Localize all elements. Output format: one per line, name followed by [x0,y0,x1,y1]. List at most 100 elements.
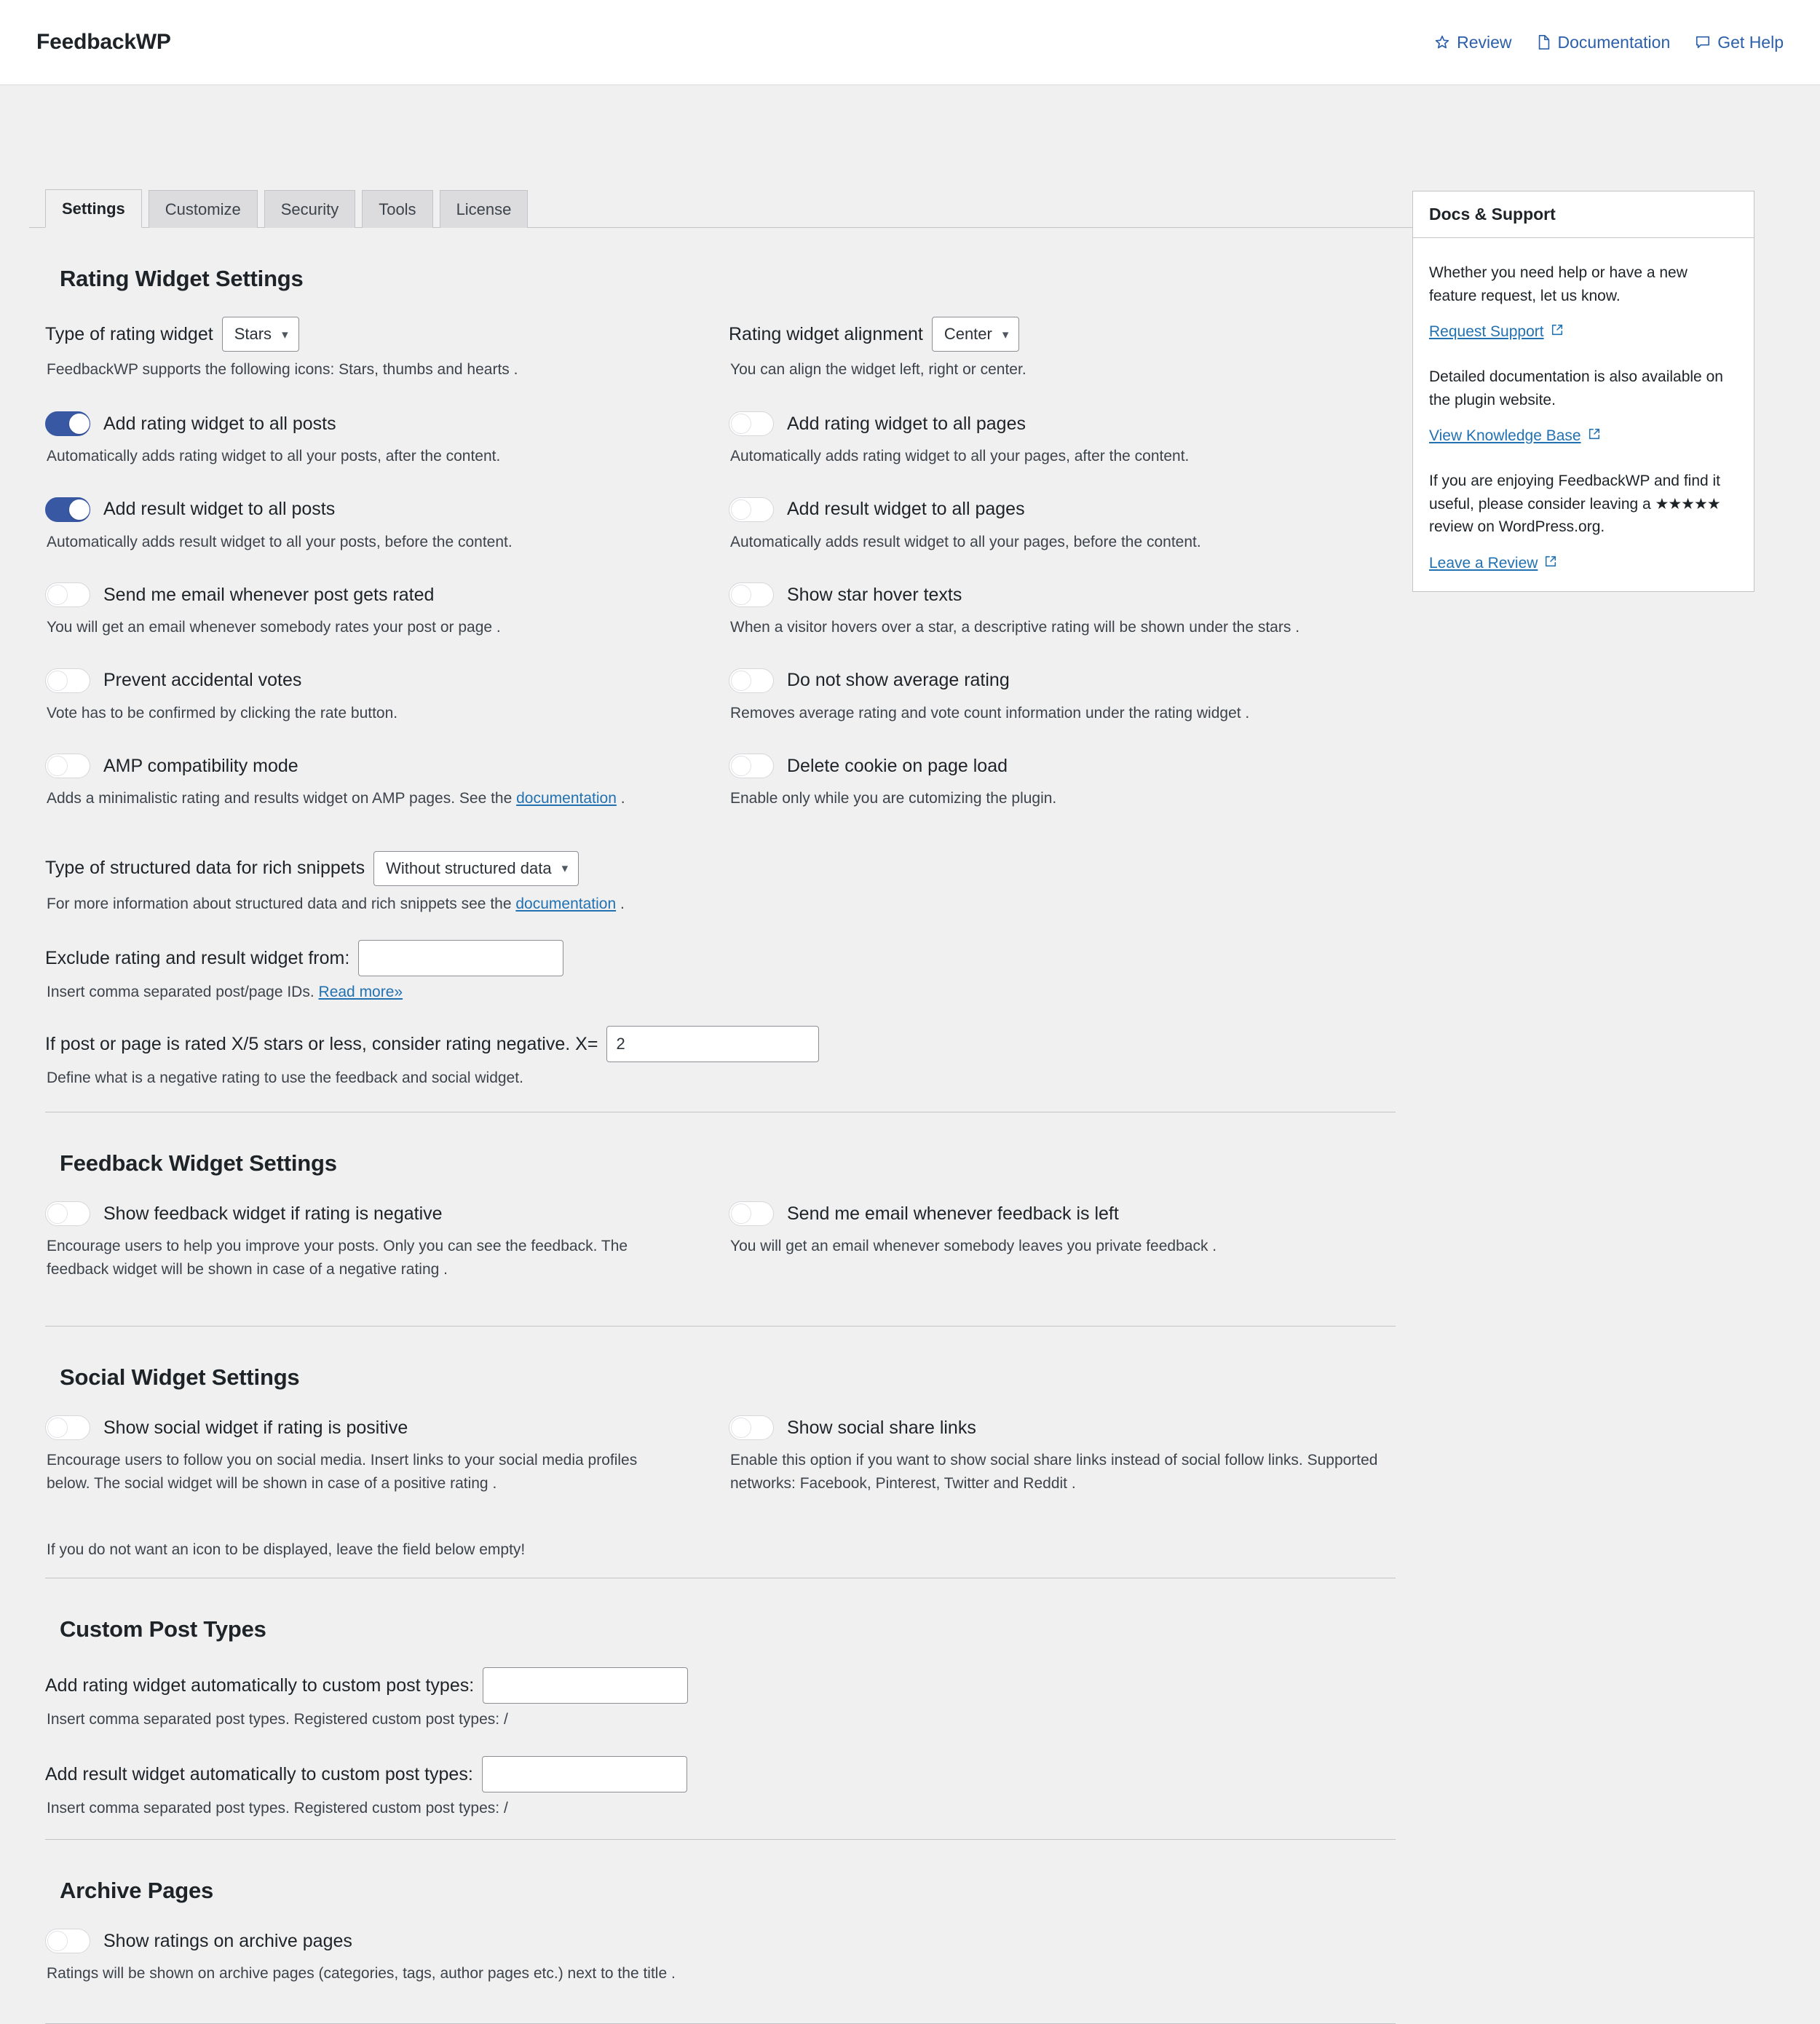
rating-toggles-right: Add rating widget to all pages Automatic… [729,411,1412,839]
toggle-row-email-on-feedback: Send me email whenever feedback is left … [729,1201,1412,1258]
rating-toggles-left: Add rating widget to all posts Automatic… [45,411,729,839]
rating-align-row: Rating widget alignment Center ▾ [729,317,1412,352]
toggle-row-email-on-rating: Send me email whenever post gets rated Y… [45,582,729,639]
tab-security[interactable]: Security [264,189,356,228]
toggle-show-social-widget[interactable] [45,1415,90,1441]
toggle-desc: Adds a minimalistic rating and results w… [47,787,695,810]
tab-tools[interactable]: Tools [362,189,433,228]
toggle-show-feedback-widget[interactable] [45,1201,90,1227]
toggle-row-add-rating-widget-posts: Add rating widget to all posts Automatic… [45,411,729,468]
cpt-result-label: Add result widget automatically to custo… [45,1763,473,1784]
section-title-social: Social Widget Settings [60,1364,300,1391]
toggle-label: Show social share links [787,1417,976,1438]
tab-label: Tools [379,199,416,218]
tab-license[interactable]: License [439,189,529,228]
section-title-rating: Rating Widget Settings [60,266,304,291]
docs-support-card: Docs & Support Whether you need help or … [1412,191,1754,592]
toggle-amp-compatibility[interactable] [45,754,90,779]
feedback-right-column: Send me email whenever feedback is left … [729,1201,1412,1310]
tab-label: License [456,199,512,218]
rating-toggle-grid: Add rating widget to all posts Automatic… [45,411,1412,839]
chevron-down-icon: ▾ [561,861,569,876]
rating-type-select[interactable]: Stars ▾ [221,317,299,352]
rating-type-row: Type of rating widget Stars ▾ [45,317,729,352]
toggle-row-show-social-share-links: Show social share links Enable this opti… [729,1415,1412,1495]
toggle-show-ratings-archive[interactable] [45,1929,90,1954]
rating-widget-settings-section: Rating Widget Settings Type of rating wi… [29,266,1412,1113]
tab-settings[interactable]: Settings [45,189,142,228]
request-support-label: Request Support [1429,323,1544,340]
view-knowledge-base-label: View Knowledge Base [1429,427,1581,444]
toggle-show-social-share-links[interactable] [729,1415,774,1441]
request-support-link[interactable]: Request Support [1429,323,1564,341]
toggle-desc: Automatically adds rating widget to all … [730,448,1190,465]
toggle-row-prevent-accidental-votes: Prevent accidental votes Vote has to be … [45,668,729,725]
toggle-label: Prevent accidental votes [103,670,302,691]
star-icon [1434,34,1450,50]
toggle-add-rating-widget-posts[interactable] [45,411,90,437]
structured-data-select[interactable]: Without structured data ▾ [373,850,579,886]
toggle-star-hover-texts[interactable] [729,582,774,608]
rating-align-select[interactable]: Center ▾ [931,317,1020,352]
section-title-feedback: Feedback Widget Settings [60,1150,337,1177]
cpt-rating-row: Add rating widget automatically to custo… [45,1667,1412,1704]
toggle-label: Show star hover texts [787,584,962,605]
cpt-rating-input[interactable] [483,1667,689,1704]
toggle-label: Do not show average rating [787,670,1010,691]
toggle-label: Show social widget if rating is positive [103,1417,408,1438]
exclude-block: Exclude rating and result widget from: I… [45,940,1412,1001]
toggle-desc: You will get an email whenever somebody … [47,619,501,636]
amp-documentation-link[interactable]: documentation [516,790,617,807]
toggle-row-add-result-widget-posts: Add result widget to all posts Automatic… [45,497,729,554]
leave-a-review-link[interactable]: Leave a Review [1429,555,1557,572]
header-link-documentation[interactable]: Documentation [1537,33,1670,52]
toggle-add-rating-widget-pages[interactable] [729,411,774,437]
cpt-rating-block: Add rating widget automatically to custo… [45,1667,1412,1728]
docs-support-paragraph-3: If you are enjoying FeedbackWP and find … [1429,470,1738,539]
amp-desc-post: . [616,790,625,807]
docs-support-paragraph-2: Detailed documentation is also available… [1429,368,1723,408]
toggle-add-result-widget-pages[interactable] [729,497,774,522]
rating-type-column: Type of rating widget Stars ▾ FeedbackWP… [45,317,729,381]
toggle-label: Show feedback widget if rating is negati… [103,1203,443,1224]
toggle-email-on-feedback[interactable] [729,1201,774,1227]
exclude-read-more-link[interactable]: Read more» [319,984,403,1000]
header-link-get-help[interactable]: Get Help [1695,33,1784,52]
structured-help-post: . [616,895,625,912]
toggle-row-add-rating-widget-pages: Add rating widget to all pages Automatic… [729,411,1412,468]
header-links: Review Documentation Get Help [1434,33,1784,52]
tab-label: Security [280,199,339,218]
toggle-desc: Automatically adds result widget to all … [47,533,513,550]
view-knowledge-base-link[interactable]: View Knowledge Base [1429,427,1601,445]
sidebar: Docs & Support Whether you need help or … [1412,85,1791,592]
divider [45,1326,1396,1327]
structured-data-block: Type of structured data for rich snippet… [45,850,1412,915]
toggle-add-result-widget-posts[interactable] [45,497,90,522]
toggle-desc: Vote has to be confirmed by clicking the… [47,704,398,722]
negative-threshold-input[interactable] [606,1026,820,1063]
toggle-knob [47,1203,68,1225]
toggle-prevent-accidental-votes[interactable] [45,668,90,693]
toggle-delete-cookie[interactable] [729,754,774,779]
rating-align-column: Rating widget alignment Center ▾ You can… [729,317,1412,381]
external-link-icon [1544,555,1557,572]
toggle-knob [731,414,751,435]
review-text-post: review on WordPress.org. [1429,518,1605,535]
structured-data-value: Without structured data [386,858,552,877]
toggle-label: Send me email whenever feedback is left [787,1203,1119,1224]
toggle-desc: You will get an email whenever somebody … [730,1238,1217,1255]
toggle-label: Delete cookie on page load [787,755,1008,776]
custom-post-types-section: Custom Post Types Add rating widget auto… [29,1616,1412,1841]
tab-customize[interactable]: Customize [148,189,258,228]
header-link-review[interactable]: Review [1434,33,1512,52]
toggle-email-on-rating[interactable] [45,582,90,608]
social-widget-settings-section: Social Widget Settings Show social widge… [29,1364,1412,1579]
rating-type-label: Type of rating widget [45,323,213,344]
cpt-result-input[interactable] [481,1756,687,1793]
exclude-input[interactable] [358,940,564,977]
toggle-label: Add result widget to all pages [787,499,1025,520]
structured-documentation-link[interactable]: documentation [515,896,616,912]
toggle-hide-average-rating[interactable] [729,668,774,693]
toggle-desc: Encourage users to follow you on social … [47,1452,638,1492]
toggle-row-show-feedback-widget: Show feedback widget if rating is negati… [45,1201,729,1281]
